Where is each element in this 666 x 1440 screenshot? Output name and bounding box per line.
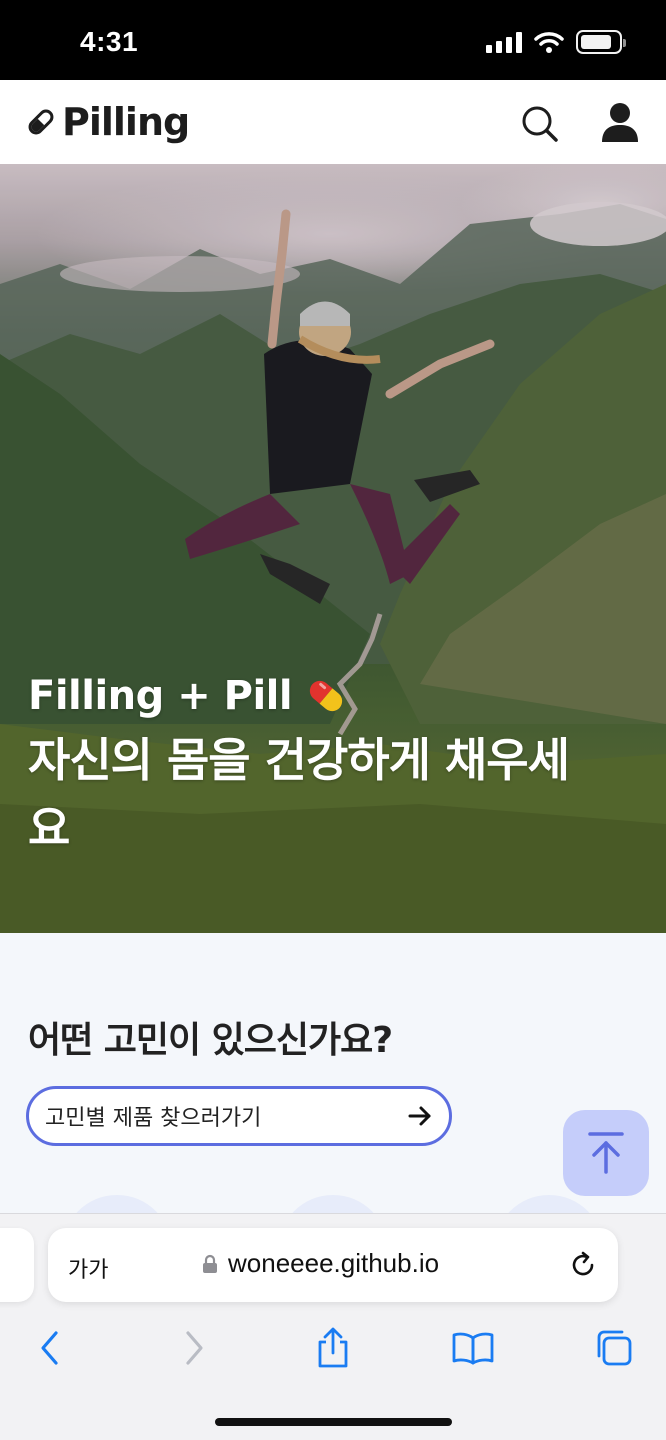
- previous-tab-preview[interactable]: [0, 1228, 34, 1302]
- signal-icon: [486, 31, 522, 53]
- share-icon: [318, 1327, 348, 1368]
- share-button[interactable]: [311, 1326, 355, 1370]
- search-icon: [522, 106, 558, 142]
- url-text: woneeee.github.io: [228, 1248, 440, 1278]
- safari-bottom-bar: 가가 woneeee.github.io: [0, 1213, 666, 1440]
- status-icons: [486, 30, 626, 54]
- hero-title: 자신의 몸을 건강하게 채우세요: [28, 733, 570, 855]
- address-bar[interactable]: 가가 woneeee.github.io: [48, 1228, 618, 1302]
- bookmarks-button[interactable]: [451, 1326, 495, 1370]
- worries-section: 어떤 고민이 있으신가요? 고민별 제품 찾으러가기: [0, 933, 666, 1305]
- logo[interactable]: Pilling: [26, 100, 190, 144]
- tabs-icon: [597, 1330, 632, 1366]
- text-size-button[interactable]: 가가: [68, 1252, 108, 1284]
- lock-icon: [203, 1254, 217, 1273]
- arrow-right-icon: [408, 1106, 431, 1126]
- status-bar: 4:31: [0, 0, 666, 80]
- capsule-pill-icon: [310, 680, 343, 712]
- reload-icon[interactable]: [568, 1250, 598, 1280]
- section-title: 어떤 고민이 있으신가요?: [28, 1020, 393, 1061]
- hero-text: Filling + Pill 자신의 몸을 건강하게 채우세요: [28, 672, 588, 862]
- forward-button[interactable]: [172, 1326, 216, 1370]
- tabs-button[interactable]: [592, 1326, 636, 1370]
- hero-banner: Filling + Pill 자신의 몸을 건강하게 채우세요: [0, 164, 666, 933]
- wifi-icon: [534, 32, 564, 53]
- pill-icon: [28, 109, 54, 135]
- hero-subtitle-text: Filling + Pill: [28, 673, 293, 719]
- book-icon: [452, 1332, 494, 1365]
- scroll-to-top-button[interactable]: [563, 1110, 649, 1196]
- logo-text: Pilling: [62, 100, 190, 144]
- hero-subtitle: Filling + Pill: [28, 672, 588, 720]
- user-icon: [602, 103, 638, 142]
- url-display[interactable]: woneeee.github.io: [202, 1248, 439, 1279]
- chevron-left-icon: [41, 1331, 58, 1365]
- status-time: 4:31: [80, 26, 139, 57]
- find-products-button[interactable]: 고민별 제품 찾으러가기: [26, 1086, 452, 1146]
- find-products-label: 고민별 제품 찾으러가기: [45, 1106, 262, 1131]
- user-button[interactable]: [598, 100, 642, 144]
- chevron-right-icon: [186, 1331, 203, 1365]
- back-button[interactable]: [28, 1326, 72, 1370]
- home-indicator: [215, 1418, 452, 1426]
- app-header: Pilling: [0, 80, 666, 164]
- search-button[interactable]: [518, 102, 562, 146]
- arrow-up-to-top-icon: [588, 1132, 624, 1174]
- battery-icon: [576, 30, 626, 54]
